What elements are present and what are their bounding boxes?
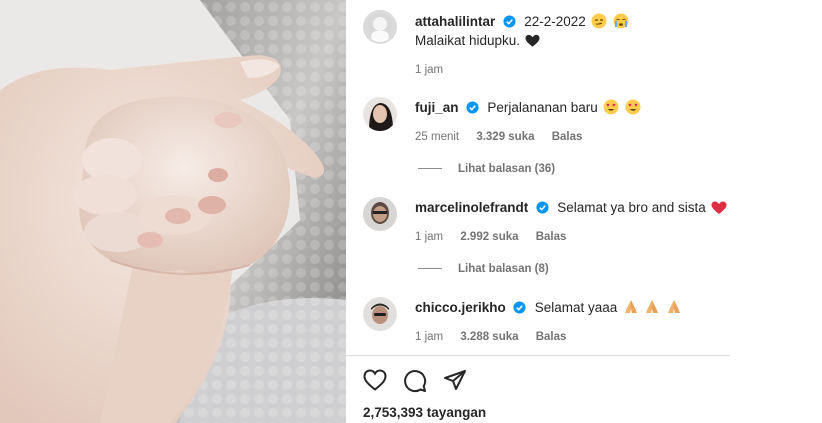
reply-button[interactable]: Balas [552, 131, 583, 143]
comments-panel: attahalilintar 22-2-2022 Malaikat hidupk… [346, 0, 822, 423]
comment-text: Selamat ya bro and sista [557, 200, 706, 215]
replies-divider-line [418, 168, 442, 170]
comment-time: 1 jam [415, 231, 444, 243]
comment-line: chicco.jerikho Selamat yaaa [415, 299, 682, 320]
post-date: 22-2-2022 [524, 14, 586, 29]
comment-text: Selamat yaaa [534, 300, 618, 315]
author-avatar[interactable] [363, 10, 397, 44]
black-heart-emoji-icon [525, 34, 540, 51]
view-replies-label: Lihat balasan (36) [458, 163, 556, 175]
folded-hands-emoji-icon [644, 299, 660, 320]
verified-badge-icon [466, 101, 479, 119]
author-username[interactable]: attahalilintar [415, 14, 495, 29]
post-caption-header: attahalilintar 22-2-2022 [415, 13, 629, 34]
views-count: 2,753,393 tayangan [363, 405, 487, 420]
folded-hands-emoji-icon [623, 299, 639, 320]
comment-text: Perjalananan baru [487, 100, 598, 115]
baby-hand-holding-finger-image [0, 0, 346, 423]
caption-text: Malaikat hidupku. [415, 33, 521, 48]
comment-username[interactable]: marcelinolefrandt [415, 200, 528, 215]
verified-badge-icon [513, 301, 526, 319]
post-meta: 1 jam [415, 64, 457, 76]
comment-line: fuji_an Perjalananan baru [415, 99, 641, 120]
smirking-face-emoji-icon [591, 13, 607, 34]
view-replies-button[interactable]: Lihat balasan (8) [418, 263, 549, 275]
view-replies-label: Lihat balasan (8) [458, 263, 549, 275]
heart-eyes-emoji-icon [603, 99, 619, 120]
commenter-avatar[interactable] [363, 197, 397, 231]
comment-time: 1 jam [415, 331, 444, 343]
reply-button[interactable]: Balas [536, 331, 567, 343]
comment-meta: 1 jam 3.288 suka Balas [415, 331, 580, 343]
heart-eyes-emoji-icon [625, 99, 641, 120]
comment-meta: 25 menit 3.329 suka Balas [415, 131, 596, 143]
view-replies-button[interactable]: Lihat balasan (36) [418, 163, 555, 175]
verified-badge-icon [503, 15, 516, 33]
comment-time: 25 menit [415, 131, 460, 143]
post-caption-text: Malaikat hidupku. [415, 33, 540, 51]
comment-meta: 1 jam 2.992 suka Balas [415, 231, 580, 243]
comment-line: marcelinolefrandt Selamat ya bro and sis… [415, 199, 727, 220]
heart-icon[interactable] [363, 369, 387, 396]
actions-divider [346, 355, 730, 356]
paper-plane-icon[interactable] [443, 369, 467, 396]
comment-likes[interactable]: 3.329 suka [476, 131, 534, 143]
red-heart-emoji-icon [711, 201, 727, 220]
reply-button[interactable]: Balas [536, 231, 567, 243]
comment-username[interactable]: chicco.jerikho [415, 300, 506, 315]
comment-likes[interactable]: 2.992 suka [460, 231, 518, 243]
commenter-avatar[interactable] [363, 97, 397, 131]
post-photo [0, 0, 346, 423]
crying-face-emoji-icon [613, 13, 629, 34]
verified-badge-icon [536, 201, 549, 219]
replies-divider-line [418, 268, 442, 270]
post-time: 1 jam [415, 64, 444, 76]
comment-bubble-icon[interactable] [403, 369, 427, 398]
comment-username[interactable]: fuji_an [415, 100, 459, 115]
folded-hands-emoji-icon [666, 299, 682, 320]
commenter-avatar[interactable] [363, 297, 397, 331]
comment-likes[interactable]: 3.288 suka [460, 331, 518, 343]
